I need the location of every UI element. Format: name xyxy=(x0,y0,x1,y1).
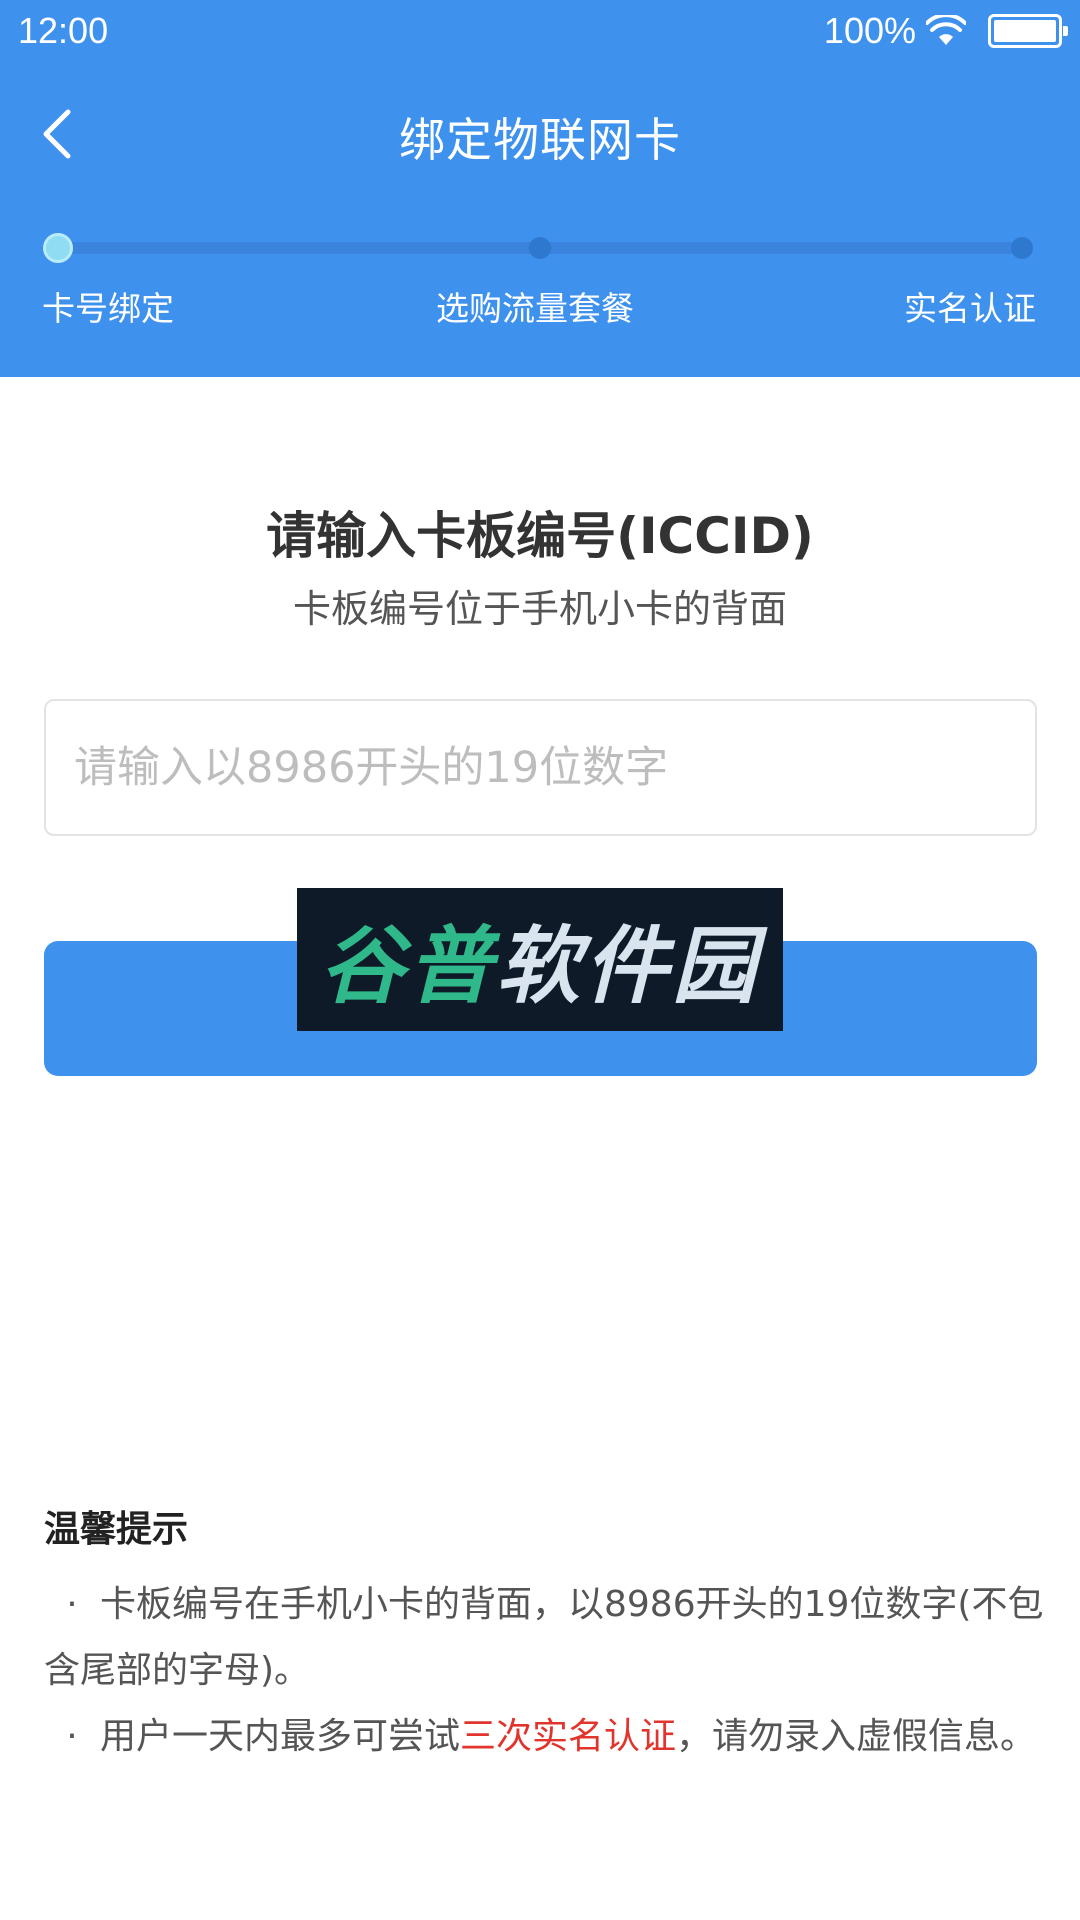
page-title: 绑定物联网卡 xyxy=(399,113,681,167)
tips-line-2-before: 用户一天内最多可尝试 xyxy=(100,1716,461,1757)
status-bar: 12:00 100% xyxy=(0,0,1080,62)
watermark-text: 谷普软件园 xyxy=(320,899,760,1020)
status-time: 12:00 xyxy=(18,10,109,51)
tips-title: 温馨提示 xyxy=(44,1509,189,1550)
nav-bar: 绑定物联网卡 xyxy=(0,86,1080,182)
step-progress: 卡号绑定 选购流量套餐 实名认证 xyxy=(0,220,1080,340)
step-dot-real-name xyxy=(1011,237,1033,259)
header: 12:00 100% 绑定物联网卡 卡号绑定 选购流量套餐 实名认证 xyxy=(0,0,1080,377)
battery-percent: 100% xyxy=(823,10,916,51)
iccid-input[interactable] xyxy=(44,699,1037,836)
battery-icon xyxy=(988,14,1068,48)
tips-line-2: · 用户一天内最多可尝试三次实名认证，请勿录入虚假信息。 xyxy=(44,1704,1044,1770)
tips-line-1-text: 卡板编号在手机小卡的背面，以8986开头的19位数字(不包含尾部的字母)。 xyxy=(44,1584,1044,1691)
form-subtitle: 卡板编号位于手机小卡的背面 xyxy=(292,587,787,631)
watermark-text-green: 谷普 xyxy=(319,917,496,1015)
step-dot-bind-card xyxy=(43,233,73,263)
step-label-choose-plan: 选购流量套餐 xyxy=(436,289,634,328)
form-title: 请输入卡板编号(ICCID) xyxy=(266,507,814,565)
step-label-real-name: 实名认证 xyxy=(904,289,1036,328)
bullet-dot: · xyxy=(66,1584,78,1625)
watermark-text-white: 软件园 xyxy=(496,917,761,1015)
bullet-dot: · xyxy=(66,1716,78,1757)
tips-line-2-after: ，请勿录入虚假信息。 xyxy=(676,1716,1037,1757)
tips-line-2-highlight: 三次实名认证 xyxy=(460,1716,677,1757)
wifi-icon xyxy=(926,15,966,45)
tips-line-1: · 卡板编号在手机小卡的背面，以8986开头的19位数字(不包含尾部的字母)。 xyxy=(44,1572,1044,1704)
tips-section: 温馨提示 · 卡板编号在手机小卡的背面，以8986开头的19位数字(不包含尾部的字… xyxy=(44,1500,1044,1770)
step-dot-choose-plan xyxy=(529,237,551,259)
battery-fill xyxy=(994,20,1056,42)
step-label-bind-card: 卡号绑定 xyxy=(42,289,174,328)
watermark-logo: 谷普软件园 xyxy=(297,888,783,1031)
status-right: 100% xyxy=(823,10,1068,52)
